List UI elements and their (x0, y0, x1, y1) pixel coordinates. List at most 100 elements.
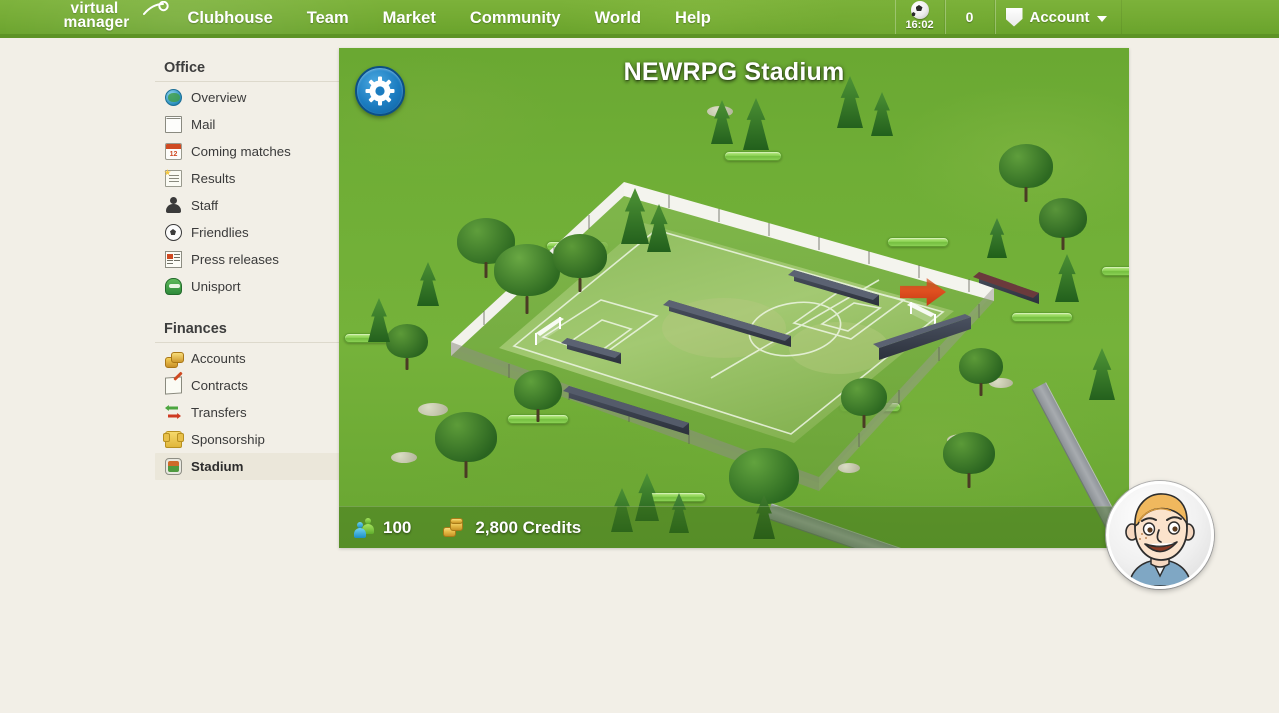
site-logo[interactable]: virtual manager (61, 0, 169, 34)
sidebar-item-label: Mail (191, 117, 215, 132)
sidebar-item-label: Staff (191, 198, 218, 213)
sidebar-item-label: Overview (191, 90, 246, 105)
conifer-tree (647, 204, 671, 252)
sidebar-item-overview[interactable]: Overview (155, 84, 350, 111)
account-label: Account (1030, 9, 1090, 26)
avatar-face-illustration (1109, 484, 1211, 586)
tree (1039, 198, 1087, 250)
soccer-ball-icon (165, 224, 182, 241)
sidebar-item-unisport[interactable]: Unisport (155, 273, 350, 300)
globe-icon (165, 89, 182, 106)
conifer-tree (871, 92, 893, 136)
newspaper-icon (165, 251, 182, 268)
contract-icon (165, 376, 182, 394)
sidebar-group-office: Office Overview Mail Coming matches Resu… (155, 56, 350, 300)
tree (999, 144, 1053, 202)
tree (553, 234, 607, 292)
sidebar-group-title-office: Office (155, 56, 350, 82)
top-navigation-bar: virtual manager ClubhouseTeamMarketCommu… (0, 0, 1279, 38)
notification-count-label: 0 (956, 9, 984, 25)
nav-links: ClubhouseTeamMarketCommunityWorldHelp (171, 0, 728, 34)
sidebar-item-label: Transfers (191, 405, 247, 420)
chevron-down-icon (1097, 16, 1107, 22)
stadium-settings-button[interactable] (355, 66, 405, 116)
sidebar-item-label: Accounts (191, 351, 246, 366)
results-icon (165, 170, 182, 187)
capacity-stat: 100 (353, 518, 411, 538)
coins-icon (443, 518, 467, 538)
capacity-value: 100 (383, 518, 411, 538)
tree (959, 348, 1003, 396)
sidebar-item-staff[interactable]: Staff (155, 192, 350, 219)
nav-item-help[interactable]: Help (658, 0, 728, 34)
tree (386, 324, 428, 370)
rock-pile (838, 463, 860, 473)
sidebar-item-label: Results (191, 171, 235, 186)
sidebar-item-accounts[interactable]: Accounts (155, 345, 350, 372)
transfer-arrows-icon (165, 404, 182, 421)
tree (514, 370, 562, 422)
sidebar-item-mail[interactable]: Mail (155, 111, 350, 138)
nav-inner: virtual manager ClubhouseTeamMarketCommu… (53, 0, 1227, 34)
tree (494, 244, 560, 314)
gear-icon (365, 76, 395, 106)
manager-avatar[interactable] (1106, 481, 1214, 589)
sidebar-item-label: Unisport (191, 279, 241, 294)
conifer-tree (987, 218, 1007, 258)
rock-pile (391, 452, 417, 463)
sidebar-item-sponsorship[interactable]: Sponsorship (155, 426, 350, 453)
notification-count-cell[interactable]: 0 (945, 0, 995, 34)
conifer-tree (621, 188, 649, 244)
account-menu-button[interactable]: Account (995, 0, 1122, 34)
match-clock-cell[interactable]: 16:02 (895, 0, 945, 34)
page-title: NEWRPG Stadium (339, 58, 1129, 87)
nav-item-clubhouse[interactable]: Clubhouse (171, 0, 290, 34)
spectators-icon (353, 518, 375, 538)
stadium-icon (165, 458, 182, 475)
conifer-tree (743, 98, 769, 150)
conifer-tree (1055, 254, 1079, 302)
sidebar-item-stadium[interactable]: Stadium (155, 453, 350, 480)
conifer-tree (417, 262, 439, 306)
coins-icon (165, 350, 182, 367)
sidebar-group-title-finances: Finances (155, 317, 350, 343)
soccer-ball-icon (911, 1, 929, 19)
shield-icon (1006, 8, 1023, 27)
conifer-tree (368, 298, 390, 342)
unisport-icon (165, 278, 182, 295)
sidebar-item-press-releases[interactable]: Press releases (155, 246, 350, 273)
sidebar-item-label: Press releases (191, 252, 279, 267)
sidebar-group-finances: Finances Accounts Contracts Transfers Sp… (155, 317, 350, 480)
sidebar-item-coming-matches[interactable]: Coming matches (155, 138, 350, 165)
logo-line-2: manager (61, 15, 169, 31)
person-icon (165, 197, 182, 214)
sidebar-item-label: Friendlies (191, 225, 249, 240)
stadium-status-bar: 100 2,800 Credits (339, 506, 1129, 548)
sidebar-item-label: Coming matches (191, 144, 291, 159)
nav-item-world[interactable]: World (578, 0, 658, 34)
sidebar-item-transfers[interactable]: Transfers (155, 399, 350, 426)
sidebar-item-contracts[interactable]: Contracts (155, 372, 350, 399)
nav-item-team[interactable]: Team (290, 0, 366, 34)
tree (943, 432, 995, 488)
sidebar: Office Overview Mail Coming matches Resu… (155, 56, 350, 480)
match-clock-label: 16:02 (905, 20, 933, 31)
credits-stat: 2,800 Credits (443, 518, 581, 538)
sidebar-item-label: Sponsorship (191, 432, 265, 447)
envelope-icon (165, 116, 182, 133)
sidebar-item-label: Contracts (191, 378, 248, 393)
sidebar-item-results[interactable]: Results (155, 165, 350, 192)
credits-value: 2,800 Credits (475, 518, 581, 538)
conifer-tree (1089, 348, 1115, 400)
sidebar-item-friendlies[interactable]: Friendlies (155, 219, 350, 246)
calendar-icon (165, 143, 182, 160)
stadium-view-panel[interactable]: NEWRPG Stadium (339, 48, 1129, 548)
tree (841, 378, 887, 428)
nav-right-group: 16:02 0 Account (895, 0, 1122, 34)
tree (435, 412, 497, 478)
nav-item-market[interactable]: Market (366, 0, 453, 34)
conifer-tree (711, 100, 733, 144)
ball-swoosh-icon (143, 1, 169, 16)
nav-item-community[interactable]: Community (453, 0, 578, 34)
sidebar-item-label: Stadium (191, 459, 243, 474)
